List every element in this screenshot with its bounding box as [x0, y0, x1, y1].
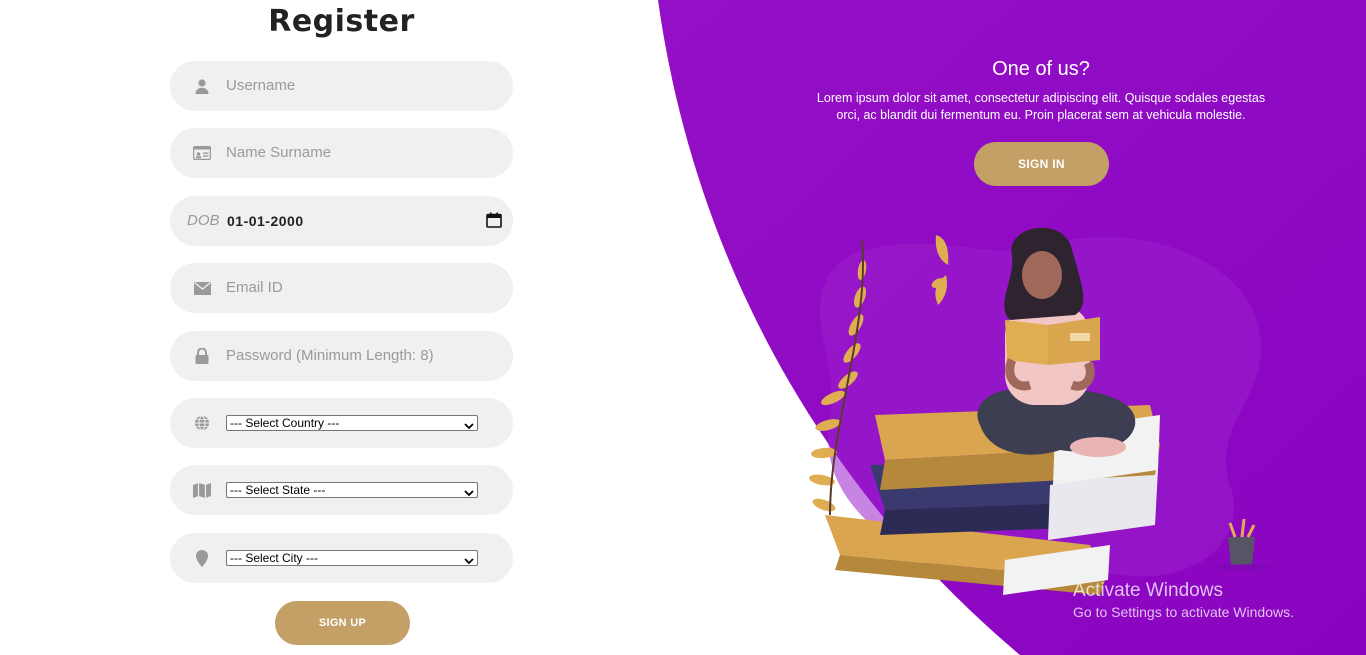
- id-card-icon: [192, 143, 212, 163]
- sign-in-button[interactable]: SIGN IN: [974, 142, 1109, 186]
- chevron-down-icon: [464, 419, 474, 433]
- sign-up-button[interactable]: SIGN UP: [275, 601, 410, 645]
- watermark-title: Activate Windows: [1073, 580, 1223, 601]
- register-page: Register Username Name Surname DOB 01-01…: [0, 0, 1366, 655]
- city-select[interactable]: --- Select City ---: [226, 550, 478, 566]
- username-field[interactable]: Username: [170, 61, 513, 111]
- country-select-value: --- Select Country ---: [230, 416, 340, 430]
- reading-girl-illustration: [809, 227, 1272, 595]
- state-field: --- Select State ---: [170, 465, 513, 515]
- windows-activation-watermark: Activate Windows Go to Settings to activ…: [1073, 580, 1294, 622]
- password-field[interactable]: Password (Minimum Length: 8): [170, 331, 513, 381]
- name-surname-placeholder: Name Surname: [226, 144, 332, 161]
- map-marker-icon: [192, 548, 212, 568]
- username-placeholder: Username: [226, 77, 296, 94]
- state-select-value: --- Select State ---: [230, 483, 326, 497]
- name-surname-field[interactable]: Name Surname: [170, 128, 513, 178]
- password-placeholder: Password (Minimum Length: 8): [226, 347, 434, 364]
- city-select-value: --- Select City ---: [230, 551, 318, 565]
- city-field: --- Select City ---: [170, 533, 513, 583]
- dob-field[interactable]: DOB 01-01-2000: [170, 196, 513, 246]
- country-select[interactable]: --- Select Country ---: [226, 415, 478, 431]
- chevron-down-icon: [464, 486, 474, 500]
- hero-title: One of us?: [992, 58, 1090, 80]
- envelope-icon: [192, 278, 212, 298]
- hero-description: Lorem ipsum dolor sit amet, consectetur …: [816, 91, 1266, 122]
- dob-label: DOB: [187, 212, 220, 229]
- map-icon: [192, 480, 212, 500]
- globe-icon: [192, 413, 212, 433]
- email-placeholder: Email ID: [226, 279, 283, 296]
- watermark-subtitle: Go to Settings to activate Windows.: [1073, 604, 1294, 620]
- state-select[interactable]: --- Select State ---: [226, 482, 478, 498]
- calendar-icon[interactable]: [486, 212, 502, 233]
- chevron-down-icon: [464, 554, 474, 568]
- dob-value[interactable]: 01-01-2000: [227, 211, 304, 231]
- lock-icon: [192, 346, 212, 366]
- country-field: --- Select Country ---: [170, 398, 513, 448]
- email-field[interactable]: Email ID: [170, 263, 513, 313]
- page-title: Register: [268, 4, 415, 39]
- user-icon: [192, 76, 212, 96]
